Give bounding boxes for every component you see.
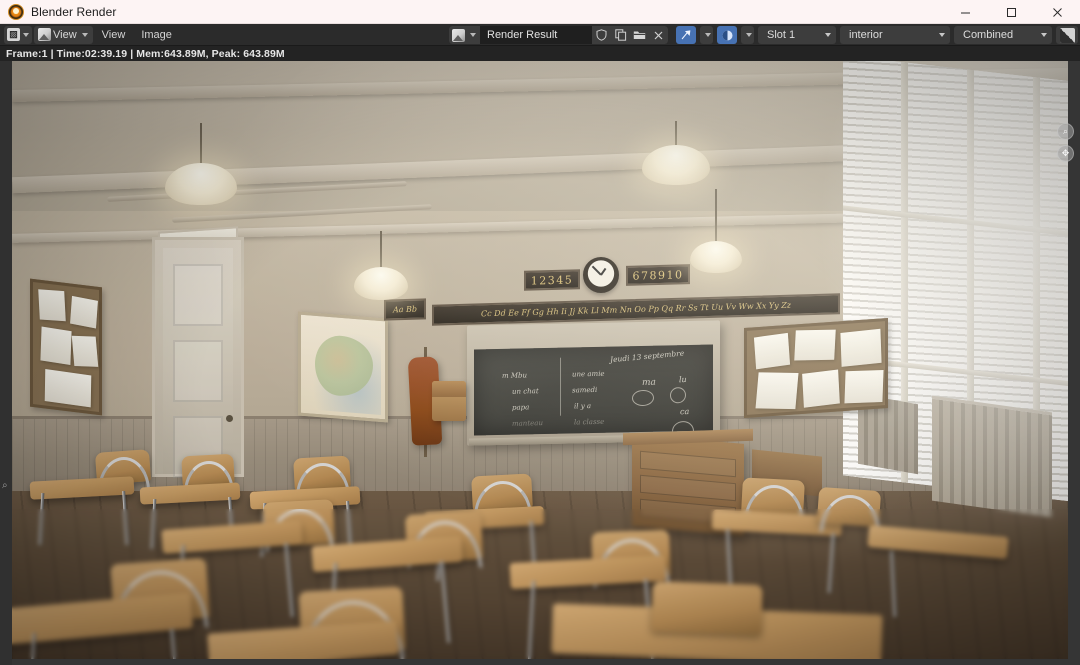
minimize-button[interactable]	[942, 0, 988, 24]
classroom-door	[152, 237, 244, 478]
pin-options-button[interactable]	[700, 26, 713, 44]
render-status-text: Frame:1 | Time:02:39.19 | Mem:643.89M, P…	[6, 47, 285, 60]
datablock-browse-button[interactable]	[449, 26, 480, 44]
maximize-icon	[1006, 7, 1016, 17]
chevron-down-icon	[470, 33, 476, 37]
chalk-date: Jeudi 13 septembre	[609, 348, 685, 365]
radiator	[932, 395, 1052, 518]
render-status-bar: Frame:1 | Time:02:39.19 | Mem:643.89M, P…	[0, 46, 1080, 61]
fake-user-button[interactable]	[592, 26, 611, 44]
render-result-image[interactable]: 12345 678910 Aa Bb Cc Dd Ee Ff Gg Hh Ii …	[12, 61, 1068, 659]
chevron-down-icon	[23, 32, 29, 37]
chevron-down-icon	[825, 33, 831, 37]
header-right-group: Slot 1 interior Combined	[676, 26, 1078, 44]
alphabet-strip-text: Cc Dd Ee Ff Gg Hh Ii Jj Kk Ll Mm Nn Oo P…	[481, 300, 791, 319]
new-image-button[interactable]	[611, 26, 630, 44]
datablock-tools	[592, 26, 668, 44]
chevron-down-icon	[1041, 33, 1047, 37]
chevron-down-icon	[746, 33, 752, 37]
pendant-lamp	[165, 123, 237, 213]
cork-board	[744, 317, 888, 419]
close-icon	[654, 31, 663, 39]
menu-view[interactable]: View	[95, 26, 133, 44]
chalkboard: Jeudi 13 septembre m Mbu un chat papa ma…	[467, 320, 720, 446]
chevron-down-icon	[705, 33, 711, 37]
chevron-down-icon	[939, 33, 945, 37]
render-slot-value: Slot 1	[767, 29, 796, 41]
chalk-line: m Mbu	[502, 371, 528, 380]
chalk-line: il y a	[574, 402, 592, 411]
display-options-button[interactable]	[741, 26, 754, 44]
pendant-lamp	[690, 189, 742, 281]
chalk-line: un chat	[512, 387, 539, 396]
editor-type-button[interactable]: ▨	[4, 25, 32, 44]
image-editor-icon: ▨	[7, 28, 20, 41]
view-mode-label: View	[53, 28, 77, 41]
leather-satchel	[432, 381, 466, 421]
alpha-display-button[interactable]	[1056, 26, 1078, 44]
close-icon	[1052, 7, 1062, 17]
pin-cursor-button[interactable]	[676, 26, 696, 44]
image-datablock-name[interactable]: Render Result	[480, 26, 592, 44]
door-knob	[226, 415, 233, 422]
pan-gizmo[interactable]: ✥	[1057, 145, 1074, 162]
sidebar-collapsed-tab[interactable]: ⌕	[0, 61, 12, 665]
chalk-line: la classe	[574, 417, 605, 427]
chalk-note: ma	[642, 377, 656, 388]
chalk-line: samedi	[572, 385, 598, 395]
image-datablock[interactable]: Render Result	[449, 26, 668, 44]
image-editor-header: ▨ View View Image Render Result Slot 1 i…	[0, 24, 1080, 46]
chalk-note: lu	[679, 375, 687, 385]
close-button[interactable]	[1034, 0, 1080, 24]
image-view-icon	[38, 28, 51, 41]
image-editor-viewport[interactable]: ⌕ 12345 678910 Aa Bb Cc Dd Ee Ff Gg Hh I…	[0, 61, 1080, 665]
classroom-render-scene: 12345 678910 Aa Bb Cc Dd Ee Ff Gg Hh Ii …	[12, 61, 1068, 659]
display-channels-icon	[722, 30, 732, 40]
folder-icon	[633, 31, 646, 39]
chalk-line: manteau	[512, 419, 543, 428]
image-datablock-group: Render Result	[449, 26, 668, 44]
shield-icon	[596, 29, 607, 41]
copy-icon	[614, 29, 626, 41]
window-title: Blender Render	[31, 4, 117, 19]
render-pass-select[interactable]: Combined	[954, 26, 1052, 44]
number-plaque-one: 12345	[524, 269, 580, 291]
unlink-datablock-button[interactable]	[649, 26, 668, 44]
wall-clock	[583, 257, 619, 293]
view-layer-select[interactable]: interior	[840, 26, 950, 44]
render-slot-select[interactable]: Slot 1	[758, 26, 836, 44]
cork-board	[30, 278, 102, 416]
chalk-line: papa	[512, 403, 530, 412]
header-left-group: ▨ View View Image	[0, 25, 179, 44]
chalk-line: une amie	[572, 369, 605, 379]
pin-cursor-icon	[681, 30, 691, 40]
chevron-down-icon	[81, 32, 88, 37]
window-titlebar: Blender Render	[0, 0, 1080, 24]
europe-map-poster	[298, 311, 388, 423]
minimize-icon	[960, 12, 970, 13]
render-pass-value: Combined	[963, 29, 1014, 41]
image-datablock-icon	[452, 28, 465, 42]
window-controls	[942, 0, 1080, 24]
display-channels-button[interactable]	[717, 26, 737, 44]
view-mode-button[interactable]: View	[34, 25, 93, 44]
zoom-gizmo[interactable]: ⌕	[1057, 123, 1074, 140]
chalkboard-surface: Jeudi 13 septembre m Mbu un chat papa ma…	[474, 344, 713, 436]
alpha-display-icon	[1059, 27, 1075, 43]
chalk-note: ca	[680, 406, 690, 417]
chevron-right-icon: ⌕	[2, 480, 8, 491]
maximize-button[interactable]	[988, 0, 1034, 24]
blender-logo-icon	[8, 3, 24, 20]
view-layer-value: interior	[849, 29, 883, 41]
pendant-lamp	[354, 231, 408, 307]
number-plaque-two: 678910	[626, 264, 690, 286]
menu-image[interactable]: Image	[134, 26, 179, 44]
open-image-button[interactable]	[630, 26, 649, 44]
